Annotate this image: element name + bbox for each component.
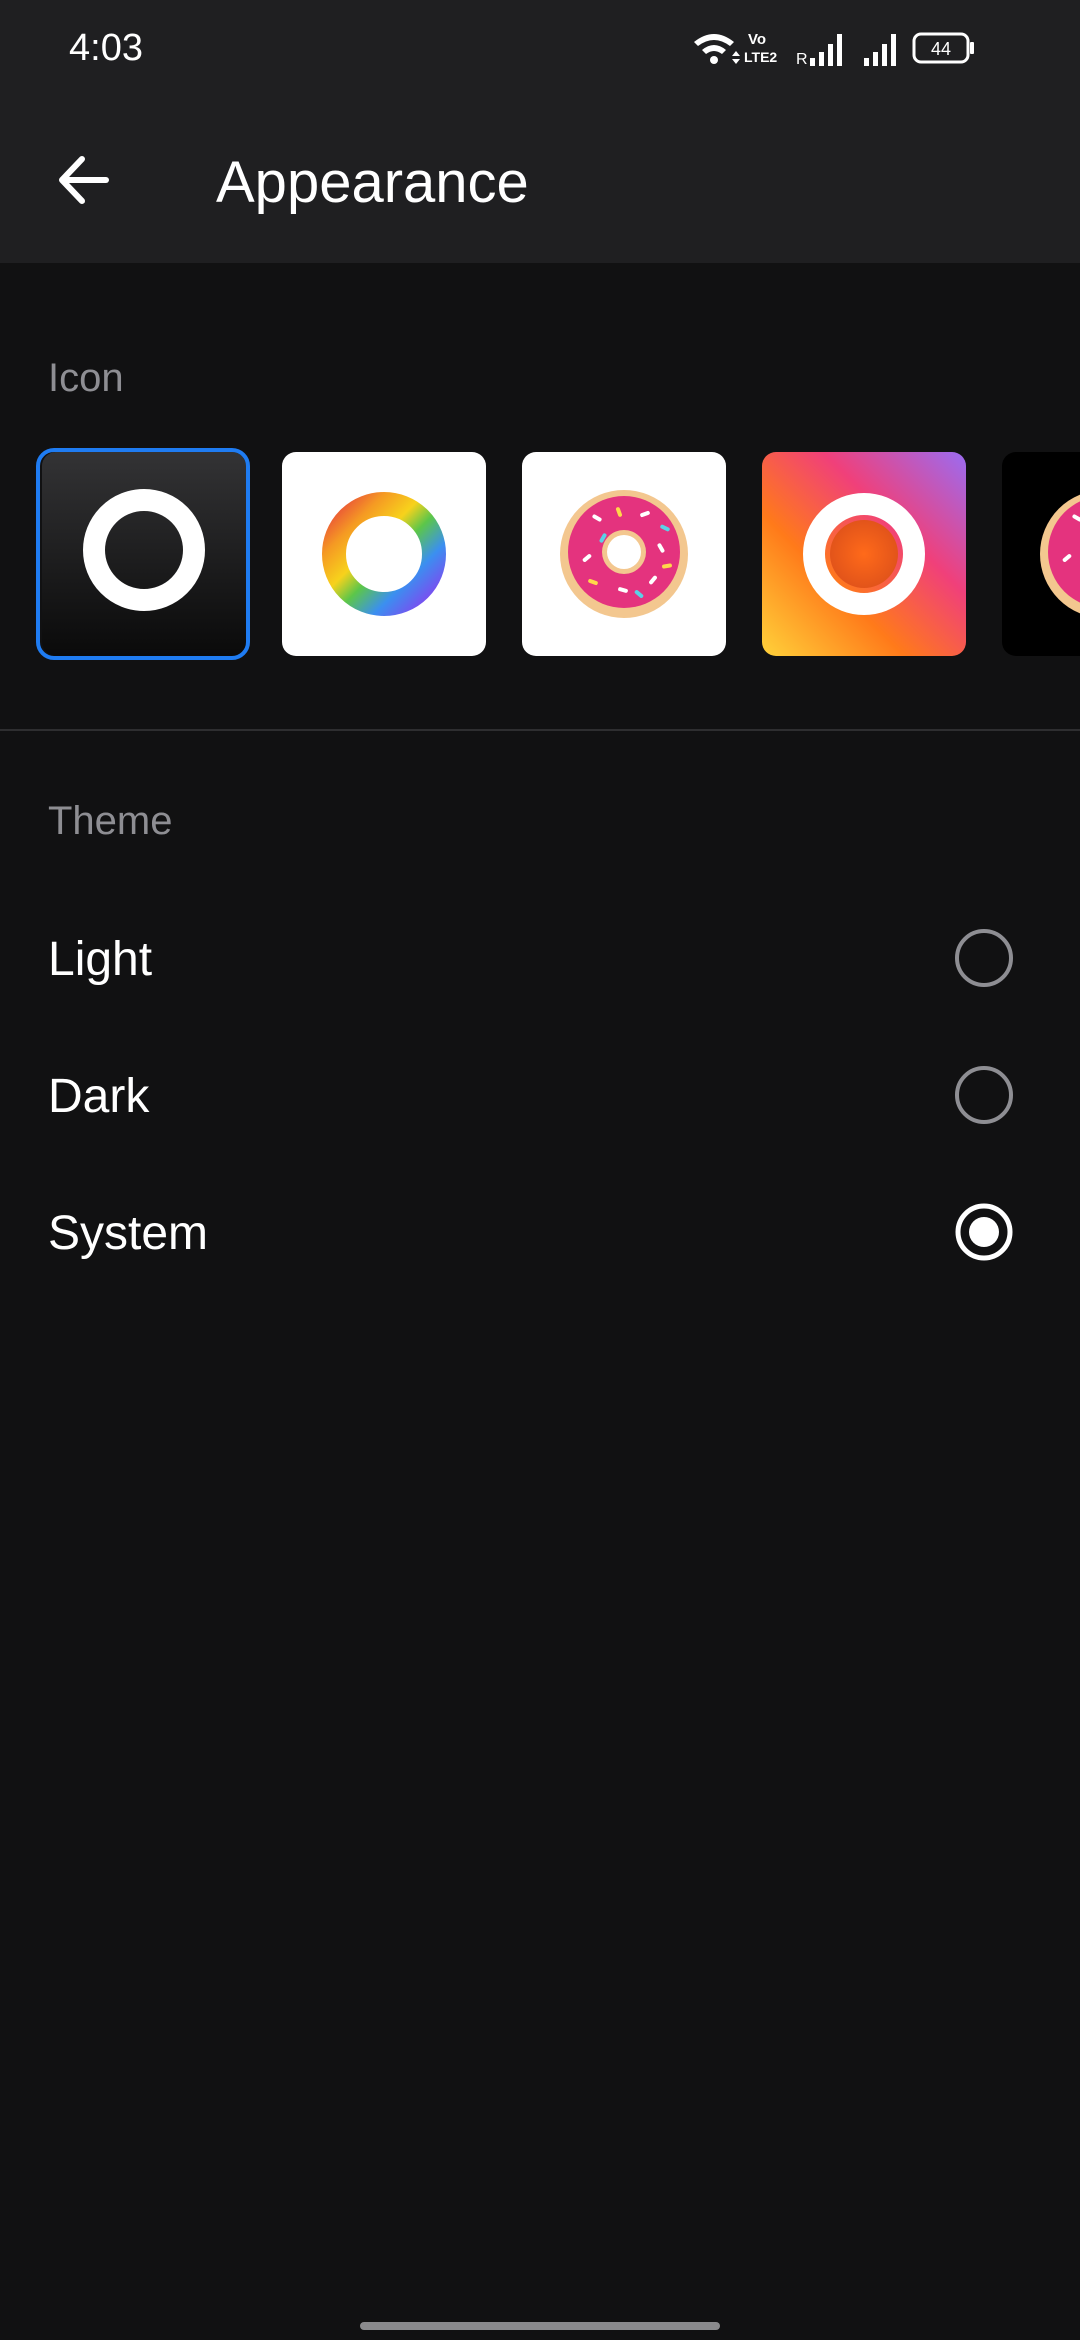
arrow-left-icon bbox=[59, 156, 109, 204]
theme-option-dark[interactable]: Dark bbox=[0, 1031, 1080, 1161]
radio-checked-icon[interactable] bbox=[954, 1202, 1014, 1262]
theme-option-system[interactable]: System bbox=[0, 1168, 1080, 1298]
radio-unchecked-icon[interactable] bbox=[954, 928, 1014, 988]
status-icons: Vo LTE2 R 44 bbox=[694, 31, 974, 68]
status-bar: 4:03 Vo LTE2 R 44 bbox=[0, 0, 1080, 95]
page-title: Appearance bbox=[216, 150, 529, 215]
theme-option-label: System bbox=[48, 1207, 209, 1260]
radio-unchecked-icon[interactable] bbox=[954, 1065, 1014, 1125]
black-ring-icon bbox=[42, 452, 246, 656]
app-bar bbox=[0, 95, 1080, 263]
icon-section-label: Icon bbox=[48, 356, 124, 400]
app-icon-option-black-donut[interactable] bbox=[1002, 452, 1080, 656]
theme-option-label: Dark bbox=[48, 1070, 150, 1123]
black-donut-icon bbox=[1002, 452, 1080, 656]
battery-icon: 44 bbox=[912, 32, 974, 64]
theme-option-label: Light bbox=[48, 933, 153, 986]
icon-picker-row bbox=[0, 450, 1080, 660]
status-time: 4:03 bbox=[69, 27, 143, 69]
battery-level: 44 bbox=[931, 39, 951, 59]
gradient-ring-icon bbox=[762, 452, 966, 656]
app-icon-option-gradient-ring[interactable] bbox=[762, 452, 966, 656]
wifi-icon bbox=[694, 34, 740, 64]
app-icon-option-black-ring[interactable] bbox=[42, 452, 246, 656]
roaming-indicator: R bbox=[796, 51, 808, 68]
app-icon-option-pink-donut[interactable] bbox=[522, 452, 726, 656]
rainbow-ring-icon bbox=[282, 452, 486, 656]
signal-icon-1 bbox=[810, 34, 842, 66]
volte-bottom: LTE2 bbox=[744, 49, 777, 65]
app-icon-option-rainbow-ring[interactable] bbox=[282, 452, 486, 656]
volte-top: Vo bbox=[748, 31, 766, 48]
back-button[interactable] bbox=[44, 135, 124, 225]
home-indicator[interactable] bbox=[360, 2322, 720, 2330]
signal-icon-2 bbox=[864, 34, 896, 66]
section-divider bbox=[0, 729, 1080, 731]
theme-option-light[interactable]: Light bbox=[0, 894, 1080, 1024]
pink-donut-icon bbox=[522, 452, 726, 656]
theme-section-label: Theme bbox=[48, 799, 173, 843]
